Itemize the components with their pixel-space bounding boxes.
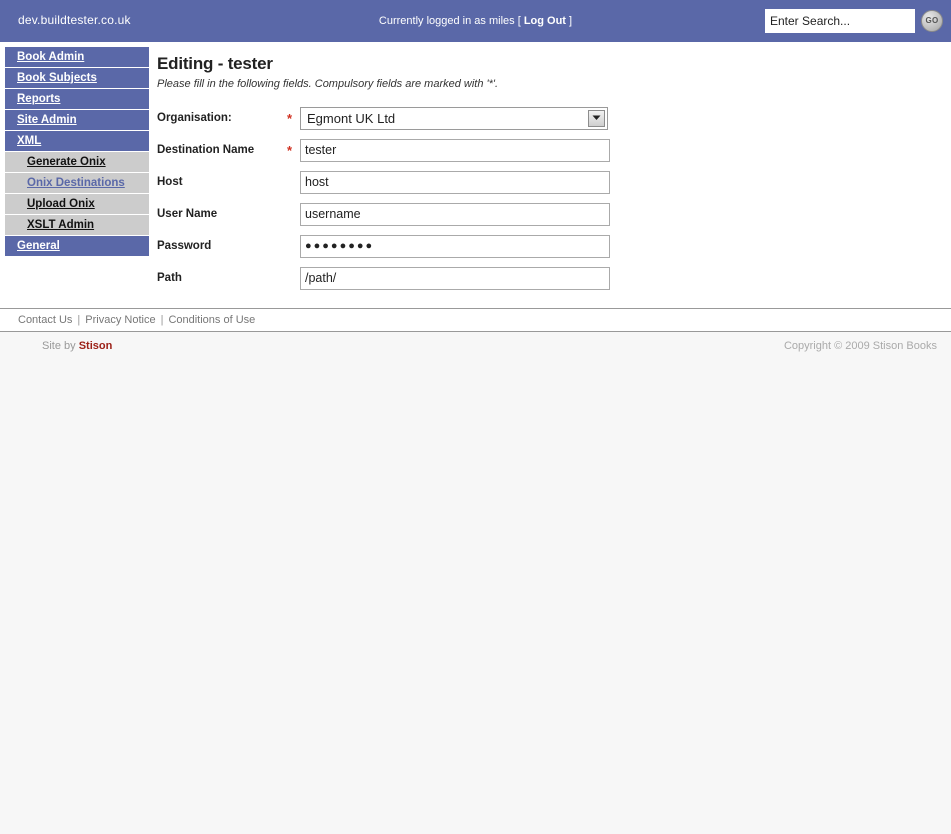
host-input[interactable]: [300, 170, 610, 194]
footer-link-separator: |: [77, 314, 81, 326]
sidebar-item-label: Upload Onix: [27, 198, 95, 210]
sidebar-item-label: XML: [17, 135, 42, 147]
sidebar-item-label: Book Subjects: [17, 72, 97, 84]
sidebar-item-xslt-admin[interactable]: XSLT Admin: [5, 215, 149, 235]
footer-link-privacy-notice[interactable]: Privacy Notice: [85, 314, 155, 326]
footer-links-inner: Contact Us | Privacy Notice | Conditions of …: [0, 309, 951, 331]
login-status-prefix: Currently logged in as miles [: [378, 15, 521, 27]
path-input[interactable]: [300, 266, 610, 290]
form-row-destination-name: Destination Name *: [157, 134, 612, 166]
sidebar-item-xml[interactable]: XML: [5, 131, 149, 151]
form-row-path: Path: [157, 262, 612, 294]
sidebar-item-label: Site Admin: [17, 114, 77, 126]
footer-link-separator: |: [160, 314, 164, 326]
password-label: Password: [157, 240, 212, 252]
search-input[interactable]: [765, 9, 915, 33]
destination-name-input[interactable]: [300, 138, 610, 162]
sidebar-item-label: General: [17, 240, 60, 252]
path-required-marker: [287, 262, 300, 294]
sidebar-item-upload-onix[interactable]: Upload Onix: [5, 194, 149, 214]
sidebar-item-label: XSLT Admin: [27, 219, 95, 231]
footer-link-bar: Contact Us | Privacy Notice | Conditions of …: [0, 308, 951, 332]
chevron-down-icon[interactable]: [588, 109, 605, 127]
path-label: Path: [157, 272, 182, 284]
form-row-organisation: Organisation: * Egmont UK Ltd: [157, 102, 612, 134]
sidebar-item-book-subjects[interactable]: Book Subjects: [5, 68, 149, 88]
form-instructions: Please fill in the following fields. Com…: [157, 78, 499, 90]
organisation-required-marker: *: [287, 110, 293, 126]
site-by-prefix: Site by: [42, 340, 76, 352]
sidebar-item-label: Reports: [17, 93, 61, 105]
search-go-button[interactable]: GO: [921, 10, 943, 32]
sidebar-item-general[interactable]: General: [5, 236, 149, 256]
user-name-input[interactable]: [300, 202, 610, 226]
destination-name-label: Destination Name: [157, 144, 255, 156]
footer-meta-bar: Site by Stison Copyright © 2009 Stison B…: [0, 332, 951, 360]
host-required-marker: [287, 166, 300, 198]
sidebar-item-generate-onix[interactable]: Generate Onix: [5, 152, 149, 172]
sidebar-item-onix-destinations[interactable]: Onix Destinations: [5, 173, 149, 193]
sidebar-item-reports[interactable]: Reports: [5, 89, 149, 109]
footer-link-conditions-of-use[interactable]: Conditions of Use: [168, 314, 255, 326]
search-area: GO: [765, 9, 943, 33]
logout-link[interactable]: Log Out: [524, 15, 566, 27]
form-row-host: Host: [157, 166, 612, 198]
sidebar-item-label: Book Admin: [17, 51, 85, 63]
site-by-credit: Site by Stison: [42, 340, 112, 352]
user-name-label: User Name: [157, 208, 218, 220]
destination-name-required-marker: *: [287, 142, 293, 158]
edit-destination-form: Organisation: * Egmont UK Ltd Destinatio…: [157, 102, 612, 294]
form-row-user-name: User Name: [157, 198, 612, 230]
sidebar-item-label: Onix Destinations: [27, 177, 125, 189]
user-name-required-marker: [287, 198, 300, 230]
password-input[interactable]: [300, 234, 610, 258]
organisation-label: Organisation:: [157, 112, 232, 124]
form-row-password: Password: [157, 230, 612, 262]
stison-link[interactable]: Stison: [79, 340, 113, 352]
sidebar-item-book-admin[interactable]: Book Admin: [5, 47, 149, 67]
page-title: Editing - tester: [157, 54, 273, 73]
sidebar-item-label: Generate Onix: [27, 156, 106, 168]
copyright-text: Copyright © 2009 Stison Books: [783, 340, 937, 352]
footer-link-contact-us[interactable]: Contact Us: [18, 314, 72, 326]
main-content: Editing - tester Please fill in the foll…: [157, 44, 951, 336]
host-label: Host: [157, 176, 183, 188]
organisation-select[interactable]: Egmont UK Ltd: [300, 106, 608, 130]
page-body: Book Admin Book Subjects Reports Site Admin…: [0, 44, 951, 336]
organisation-selected-value: Egmont UK Ltd: [307, 110, 396, 126]
login-status-suffix: ]: [569, 15, 573, 27]
top-header-bar: dev.buildtester.co.uk Currently logged i…: [0, 0, 951, 44]
sidebar-navigation: Book Admin Book Subjects Reports Site Admin…: [5, 47, 149, 257]
sidebar-item-site-admin[interactable]: Site Admin: [5, 110, 149, 130]
password-required-marker: [287, 230, 300, 262]
